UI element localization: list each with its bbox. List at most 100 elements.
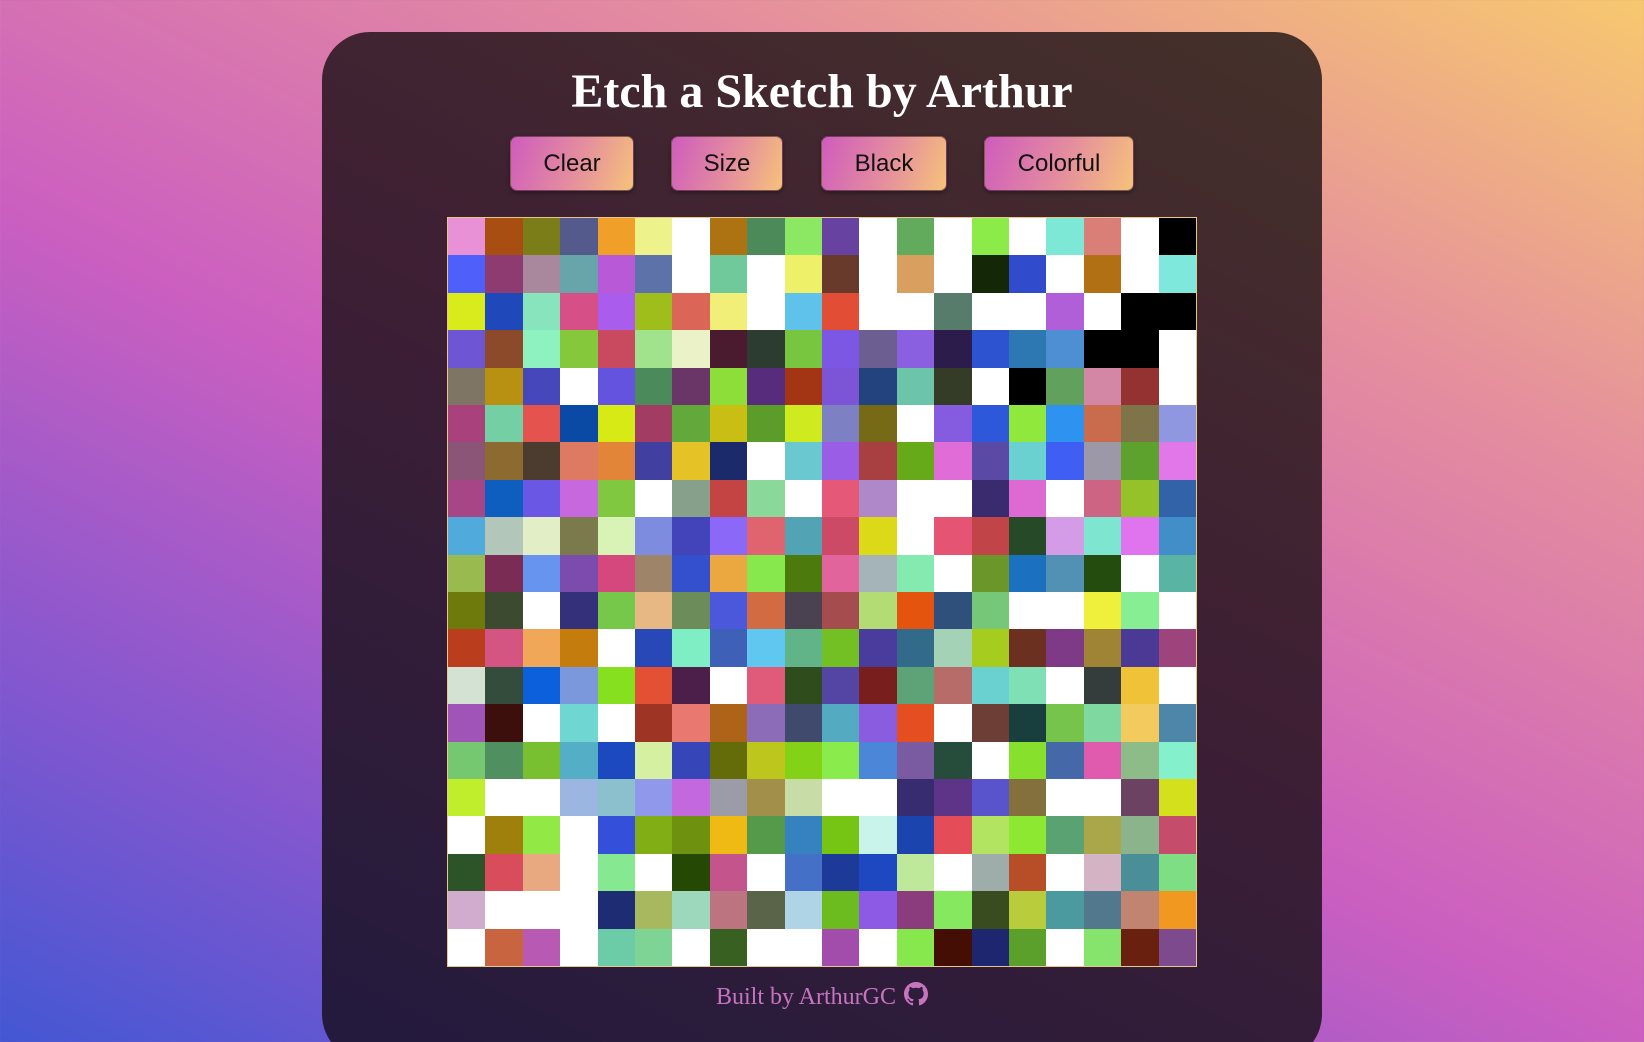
- grid-cell[interactable]: [1046, 891, 1084, 929]
- grid-cell[interactable]: [522, 816, 561, 854]
- grid-cell[interactable]: [1083, 666, 1122, 705]
- grid-cell[interactable]: [934, 405, 972, 443]
- grid-cell[interactable]: [1009, 928, 1047, 966]
- grid-cell[interactable]: [485, 592, 523, 630]
- grid-cell[interactable]: [522, 218, 561, 256]
- grid-cell[interactable]: [971, 629, 1009, 667]
- grid-cell[interactable]: [896, 554, 935, 592]
- grid-cell[interactable]: [1046, 816, 1084, 854]
- grid-cell[interactable]: [1009, 853, 1047, 892]
- grid-cell[interactable]: [859, 517, 897, 555]
- grid-cell[interactable]: [1158, 517, 1196, 555]
- grid-cell[interactable]: [448, 629, 486, 667]
- grid-cell[interactable]: [672, 666, 710, 705]
- grid-cell[interactable]: [971, 442, 1009, 480]
- grid-cell[interactable]: [896, 330, 935, 368]
- grid-cell[interactable]: [822, 330, 860, 368]
- grid-cell[interactable]: [1046, 554, 1084, 592]
- grid-cell[interactable]: [522, 405, 561, 443]
- grid-cell[interactable]: [1121, 853, 1159, 892]
- grid-cell[interactable]: [822, 853, 860, 892]
- grid-cell[interactable]: [448, 517, 486, 555]
- grid-cell[interactable]: [1158, 704, 1196, 742]
- footer-credit[interactable]: Built by ArthurGC: [716, 984, 896, 1011]
- grid-cell[interactable]: [971, 405, 1009, 443]
- grid-cell[interactable]: [522, 442, 561, 480]
- grid-cell[interactable]: [560, 554, 598, 592]
- grid-cell[interactable]: [522, 853, 561, 892]
- grid-cell[interactable]: [859, 554, 897, 592]
- grid-cell[interactable]: [522, 554, 561, 592]
- grid-cell[interactable]: [822, 554, 860, 592]
- grid-cell[interactable]: [597, 218, 635, 256]
- grid-cell[interactable]: [1083, 405, 1122, 443]
- grid-cell[interactable]: [709, 629, 748, 667]
- grid-cell[interactable]: [1083, 554, 1122, 592]
- grid-cell[interactable]: [859, 629, 897, 667]
- grid-cell[interactable]: [784, 405, 822, 443]
- grid-cell[interactable]: [485, 891, 523, 929]
- grid-cell[interactable]: [934, 517, 972, 555]
- grid-cell[interactable]: [485, 292, 523, 331]
- grid-cell[interactable]: [635, 330, 673, 368]
- grid-cell[interactable]: [485, 442, 523, 480]
- grid-cell[interactable]: [709, 816, 748, 854]
- grid-cell[interactable]: [822, 928, 860, 966]
- grid-cell[interactable]: [560, 891, 598, 929]
- grid-cell[interactable]: [784, 442, 822, 480]
- grid-cell[interactable]: [1121, 292, 1159, 331]
- grid-cell[interactable]: [934, 853, 972, 892]
- grid-cell[interactable]: [859, 218, 897, 256]
- grid-cell[interactable]: [747, 405, 785, 443]
- grid-cell[interactable]: [672, 592, 710, 630]
- sketch-grid[interactable]: [447, 217, 1197, 967]
- grid-cell[interactable]: [1121, 218, 1159, 256]
- grid-cell[interactable]: [522, 629, 561, 667]
- grid-cell[interactable]: [1121, 479, 1159, 518]
- grid-cell[interactable]: [448, 666, 486, 705]
- grid-cell[interactable]: [859, 367, 897, 405]
- grid-cell[interactable]: [859, 704, 897, 742]
- grid-cell[interactable]: [822, 816, 860, 854]
- grid-cell[interactable]: [597, 853, 635, 892]
- grid-cell[interactable]: [1009, 816, 1047, 854]
- grid-cell[interactable]: [971, 554, 1009, 592]
- grid-cell[interactable]: [560, 218, 598, 256]
- grid-cell[interactable]: [522, 330, 561, 368]
- grid-cell[interactable]: [1083, 629, 1122, 667]
- grid-cell[interactable]: [784, 517, 822, 555]
- grid-cell[interactable]: [1158, 853, 1196, 892]
- grid-cell[interactable]: [672, 779, 710, 817]
- grid-cell[interactable]: [1121, 255, 1159, 293]
- grid-cell[interactable]: [709, 292, 748, 331]
- grid-cell[interactable]: [934, 218, 972, 256]
- grid-cell[interactable]: [896, 292, 935, 331]
- grid-cell[interactable]: [1121, 741, 1159, 779]
- grid-cell[interactable]: [597, 442, 635, 480]
- grid-cell[interactable]: [1083, 928, 1122, 966]
- grid-cell[interactable]: [934, 554, 972, 592]
- grid-cell[interactable]: [784, 367, 822, 405]
- grid-cell[interactable]: [1046, 330, 1084, 368]
- grid-cell[interactable]: [560, 292, 598, 331]
- grid-cell[interactable]: [1083, 479, 1122, 518]
- grid-cell[interactable]: [1009, 704, 1047, 742]
- grid-cell[interactable]: [709, 928, 748, 966]
- grid-cell[interactable]: [522, 255, 561, 293]
- grid-cell[interactable]: [747, 517, 785, 555]
- grid-cell[interactable]: [485, 779, 523, 817]
- grid-cell[interactable]: [635, 479, 673, 518]
- grid-cell[interactable]: [597, 554, 635, 592]
- grid-cell[interactable]: [448, 442, 486, 480]
- grid-cell[interactable]: [522, 928, 561, 966]
- grid-cell[interactable]: [896, 666, 935, 705]
- grid-cell[interactable]: [1009, 592, 1047, 630]
- grid-cell[interactable]: [709, 218, 748, 256]
- grid-cell[interactable]: [1009, 255, 1047, 293]
- grid-cell[interactable]: [1121, 442, 1159, 480]
- grid-cell[interactable]: [485, 928, 523, 966]
- grid-cell[interactable]: [1009, 779, 1047, 817]
- grid-cell[interactable]: [448, 255, 486, 293]
- grid-cell[interactable]: [485, 666, 523, 705]
- grid-cell[interactable]: [971, 218, 1009, 256]
